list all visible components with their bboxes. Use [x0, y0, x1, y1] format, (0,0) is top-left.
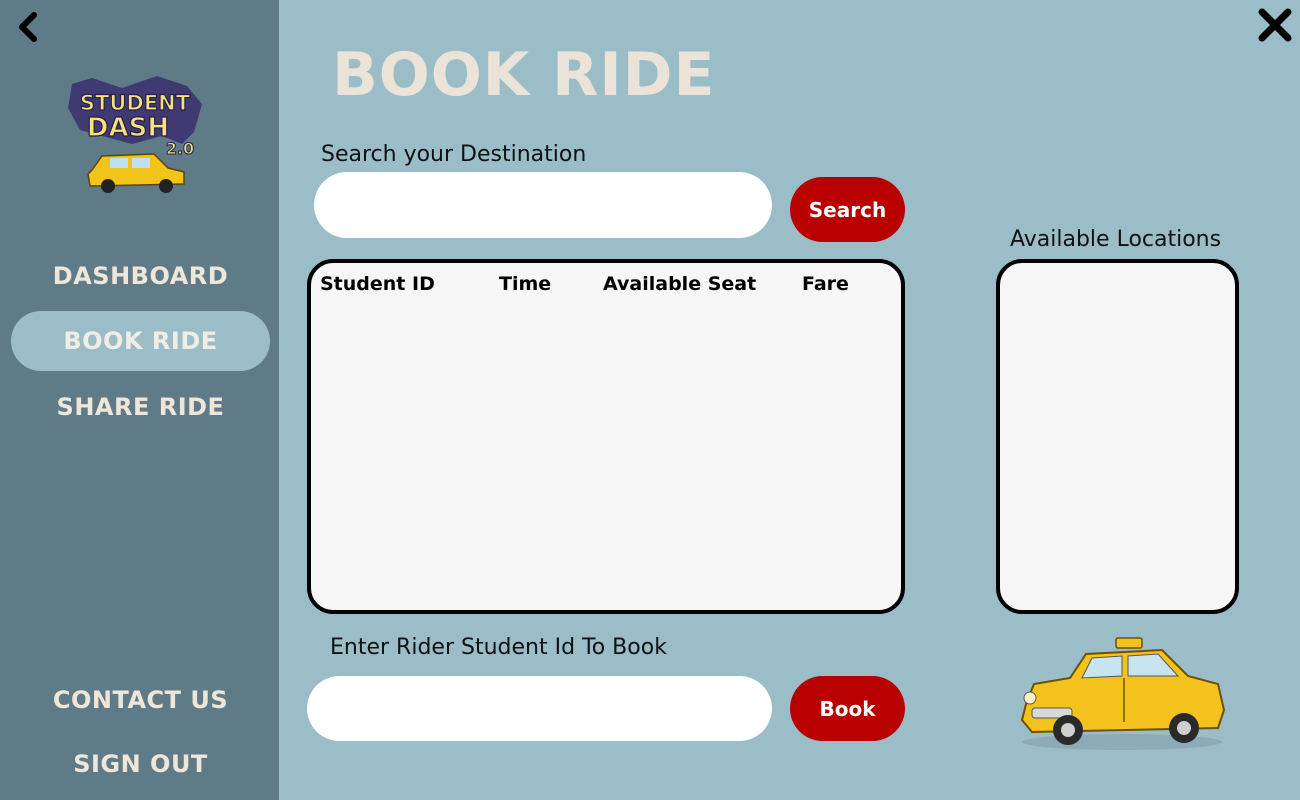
book-button[interactable]: Book	[790, 676, 905, 741]
search-destination-input[interactable]	[314, 172, 772, 238]
available-locations-list[interactable]	[996, 259, 1239, 614]
column-header-available-seat: Available Seat	[603, 273, 757, 295]
sidebar-item-contact-us[interactable]: CONTACT US	[11, 670, 270, 730]
close-x-icon[interactable]	[1256, 6, 1294, 44]
sidebar-item-dashboard[interactable]: DASHBOARD	[11, 246, 270, 306]
column-header-fare: Fare	[802, 273, 849, 295]
column-header-student-id: Student ID	[320, 273, 435, 295]
rider-student-id-label: Enter Rider Student Id To Book	[330, 635, 667, 660]
available-locations-label: Available Locations	[1010, 227, 1222, 252]
chevron-left-icon[interactable]	[14, 12, 44, 42]
search-button[interactable]: Search	[790, 177, 905, 242]
svg-text:2.0: 2.0	[166, 139, 194, 158]
student-dash-logo: STUDENT DASH 2.0	[68, 76, 202, 193]
rides-table[interactable]: Student ID Time Available Seat Fare	[307, 259, 905, 614]
svg-text:STUDENT: STUDENT	[80, 91, 191, 115]
svg-text:DASH: DASH	[87, 113, 169, 143]
rider-student-id-input[interactable]	[307, 676, 772, 741]
page-title: BOOK RIDE	[332, 40, 716, 110]
sidebar-item-share-ride[interactable]: SHARE RIDE	[11, 377, 270, 437]
sidebar-item-book-ride[interactable]: BOOK RIDE	[11, 311, 270, 371]
sidebar-item-sign-out[interactable]: SIGN OUT	[11, 734, 270, 794]
taxi-illustration	[1020, 637, 1226, 750]
column-header-time: Time	[499, 273, 552, 295]
sidebar: STUDENT DASH 2.0 DASHBOARD BOOK RIDE SHA…	[0, 0, 279, 800]
search-destination-label: Search your Destination	[321, 142, 587, 167]
